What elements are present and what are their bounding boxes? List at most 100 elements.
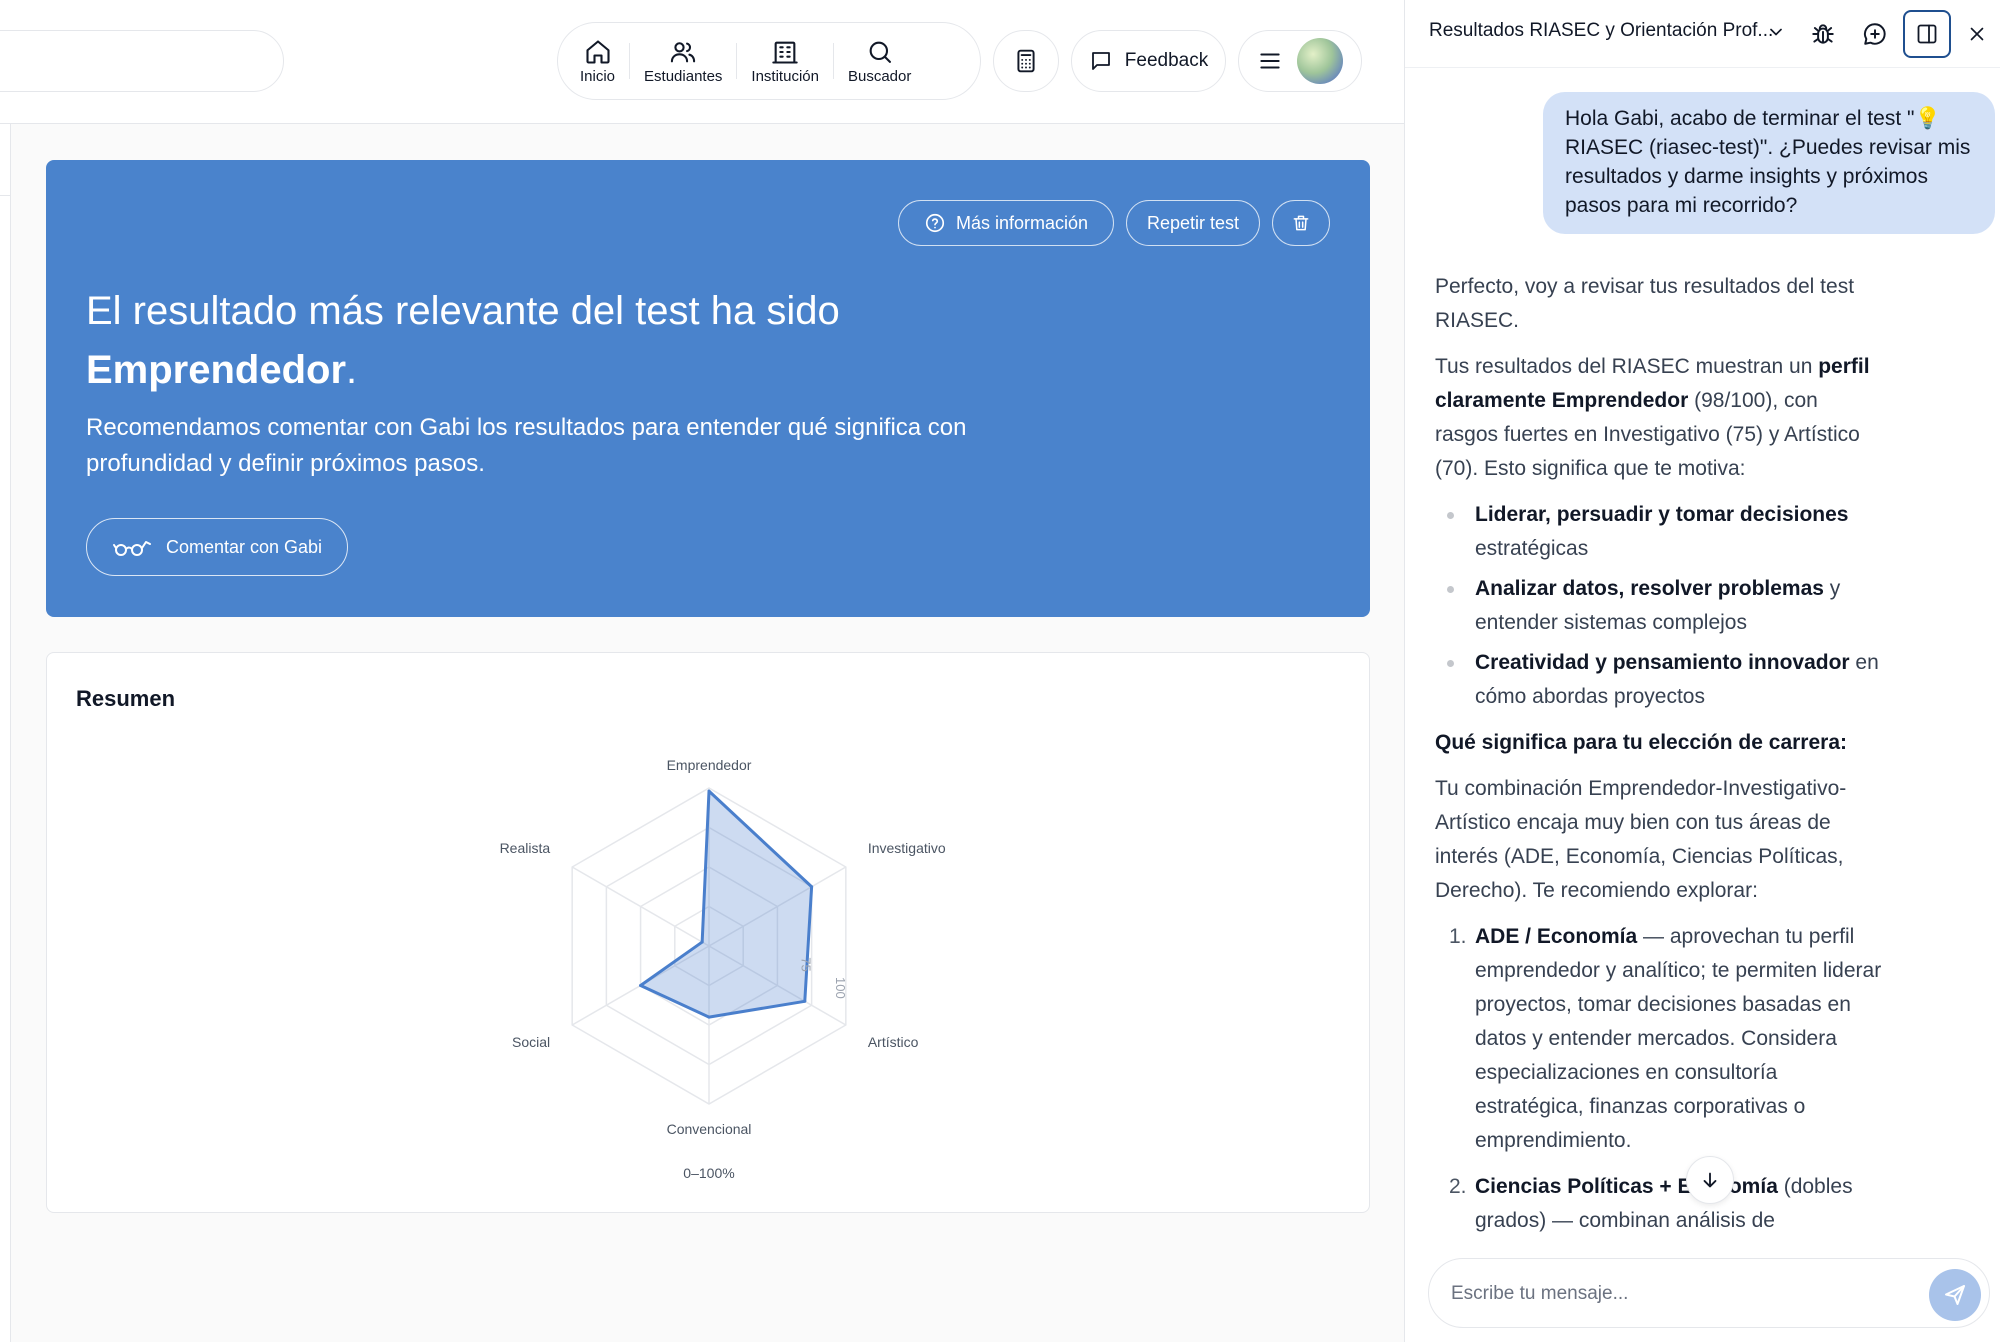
list-item: Creatividad y pensamiento innovador en c…: [1435, 646, 1885, 714]
radar-data-point: [707, 789, 711, 793]
bug-icon: [1812, 24, 1834, 44]
result-hero-card: Más información Repetir test El resultad…: [46, 160, 1370, 617]
radar-caption: 0–100%: [683, 1165, 735, 1181]
avatar: [1297, 38, 1343, 84]
riasec-radar-chart: Emprendedor Investigativo Artístico Convenc…: [500, 757, 946, 1137]
left-sidebar-divider: [0, 124, 11, 196]
list-item-bold: Analizar datos, resolver problemas: [1475, 577, 1824, 600]
radar-data-point: [700, 940, 704, 944]
message-input[interactable]: [1451, 1275, 1891, 1313]
radar-series-area: [639, 789, 814, 1019]
report-bug-button[interactable]: [1803, 14, 1843, 54]
toggle-panel-button[interactable]: [1903, 10, 1951, 58]
message-composer: [1428, 1258, 1990, 1328]
radar-axis-label: Social: [512, 1034, 550, 1050]
send-button[interactable]: [1929, 1269, 1981, 1321]
list-number: 2.: [1449, 1175, 1467, 1198]
result-title-prefix: El resultado más relevante del test ha s…: [86, 289, 840, 333]
nav-divider: [832, 43, 834, 79]
panel-right-icon: [1917, 24, 1937, 44]
user-menu-button[interactable]: [1238, 30, 1362, 92]
list-item: Liderar, persuadir y tomar decisiones es…: [1435, 498, 1885, 566]
more-info-label: Más información: [955, 212, 1089, 233]
result-title-suffix: .: [346, 348, 358, 392]
message-plus-icon: [1864, 23, 1886, 45]
radar-tick-label: 100: [833, 977, 848, 999]
send-icon: [1945, 1285, 1965, 1305]
radar-axis-label: Emprendedor: [667, 757, 752, 773]
radar-data-point: [639, 984, 643, 987]
radar-axis-label: Artístico: [868, 1034, 919, 1050]
glasses-icon: [112, 541, 151, 556]
main-nav: Inicio Estudiantes Institución Buscador: [557, 22, 981, 100]
left-sidebar-edge: [0, 124, 11, 1342]
list-item: 2. Ciencias Políticas + Economía (dobles …: [1435, 1170, 1885, 1238]
radar-data-point: [707, 1015, 711, 1019]
feedback-label: Feedback: [1124, 50, 1209, 71]
repeat-test-button[interactable]: Repetir test: [1126, 200, 1260, 246]
radar-axis-label: Convencional: [667, 1121, 752, 1137]
close-chat-button[interactable]: [1957, 14, 1997, 54]
main-area: Inicio Estudiantes Institución Buscador: [0, 0, 1404, 1342]
radar-tick-label: 75: [799, 957, 814, 971]
radar-axis-label: Investigativo: [868, 840, 946, 856]
scroll-down-button[interactable]: [1686, 1156, 1734, 1204]
nav-divider: [736, 43, 738, 79]
calculator-icon: [1017, 49, 1035, 73]
list-item: 1. ADE / Economía — aprovechan tu perfil …: [1435, 920, 1885, 1158]
search-icon: [869, 41, 891, 63]
nav-item-label: Estudiantes: [644, 67, 723, 85]
home-icon: [585, 39, 610, 64]
chat-title[interactable]: Resultados RIASEC y Orientación Prof...: [1429, 20, 1773, 42]
list-item-bold: Liderar, persuadir y tomar decisiones: [1475, 503, 1849, 526]
nav-divider: [629, 43, 631, 79]
arrow-down-icon: [1703, 1172, 1717, 1188]
list-item-bold: Creatividad y pensamiento innovador: [1475, 651, 1850, 674]
list-number: 1.: [1449, 925, 1467, 948]
career-list: 1. ADE / Economía — aprovechan tu perfil …: [1435, 920, 1885, 1238]
calculator-button[interactable]: [993, 30, 1059, 92]
comment-with-gabi-button[interactable]: Comentar con Gabi: [86, 518, 348, 576]
nav-item-estudiantes[interactable]: Estudiantes: [632, 31, 734, 91]
repeat-test-label: Repetir test: [1146, 212, 1240, 233]
user-message: Hola Gabi, acabo de terminar el test "💡 …: [1543, 92, 1995, 234]
list-item-text: estratégicas: [1475, 537, 1589, 560]
chat-panel: Resultados RIASEC y Orientación Prof... …: [1404, 0, 2000, 1342]
new-chat-button[interactable]: [1855, 14, 1895, 54]
assistant-paragraph: Perfecto, voy a revisar tus resultados d…: [1435, 275, 1855, 332]
nav-item-label: Inicio: [580, 67, 616, 85]
close-icon: [1970, 27, 1984, 41]
nav-item-institucion[interactable]: Institución: [739, 31, 831, 91]
nav-item-label: Buscador: [847, 67, 912, 85]
nav-item-buscador[interactable]: Buscador: [836, 31, 923, 91]
search-bar[interactable]: [0, 30, 284, 92]
motivation-list: Liderar, persuadir y tomar decisiones es…: [1435, 498, 1885, 714]
nav-item-inicio[interactable]: Inicio: [568, 31, 627, 91]
comment-with-gabi-label: Comentar con Gabi: [165, 536, 323, 557]
assistant-message: Perfecto, voy a revisar tus resultados d…: [1435, 270, 1885, 1260]
help-circle-icon: [925, 213, 945, 233]
building-icon: [772, 41, 798, 64]
radar-data-point: [803, 999, 807, 1003]
chevron-down-icon[interactable]: [1766, 22, 1786, 42]
result-title: El resultado más relevante del test ha s…: [86, 282, 986, 400]
list-item-text: — aprovechan tu perfil emprendedor y ana…: [1475, 925, 1882, 1152]
more-info-button[interactable]: Más información: [898, 200, 1114, 246]
text-span: Tus resultados del RIASEC muestran un: [1435, 355, 1819, 378]
assistant-paragraph: Tu combinación Emprendedor-Investigativo…: [1435, 777, 1847, 902]
trash-icon: [1293, 215, 1309, 231]
summary-card: Resumen Emprendedor Investigativo Artístic…: [46, 652, 1370, 1213]
nav-item-label: Institución: [751, 67, 819, 85]
feedback-button[interactable]: Feedback: [1071, 30, 1226, 92]
delete-button[interactable]: [1272, 200, 1330, 246]
top-bar: Inicio Estudiantes Institución Buscador: [0, 0, 1404, 124]
result-profile-name: Emprendedor: [86, 348, 347, 392]
hamburger-icon: [1260, 53, 1280, 69]
assistant-heading: Qué significa para tu elección de carrer…: [1435, 731, 1847, 754]
assistant-paragraph: Tus resultados del RIASEC muestran un pe…: [1435, 350, 1885, 486]
radar-data-point: [810, 885, 814, 889]
users-icon: [671, 41, 696, 62]
chat-header: Resultados RIASEC y Orientación Prof...: [1405, 0, 2000, 68]
result-recommendation: Recomendamos comentar con Gabi los resul…: [86, 414, 967, 477]
message-square-icon: [1091, 52, 1110, 70]
